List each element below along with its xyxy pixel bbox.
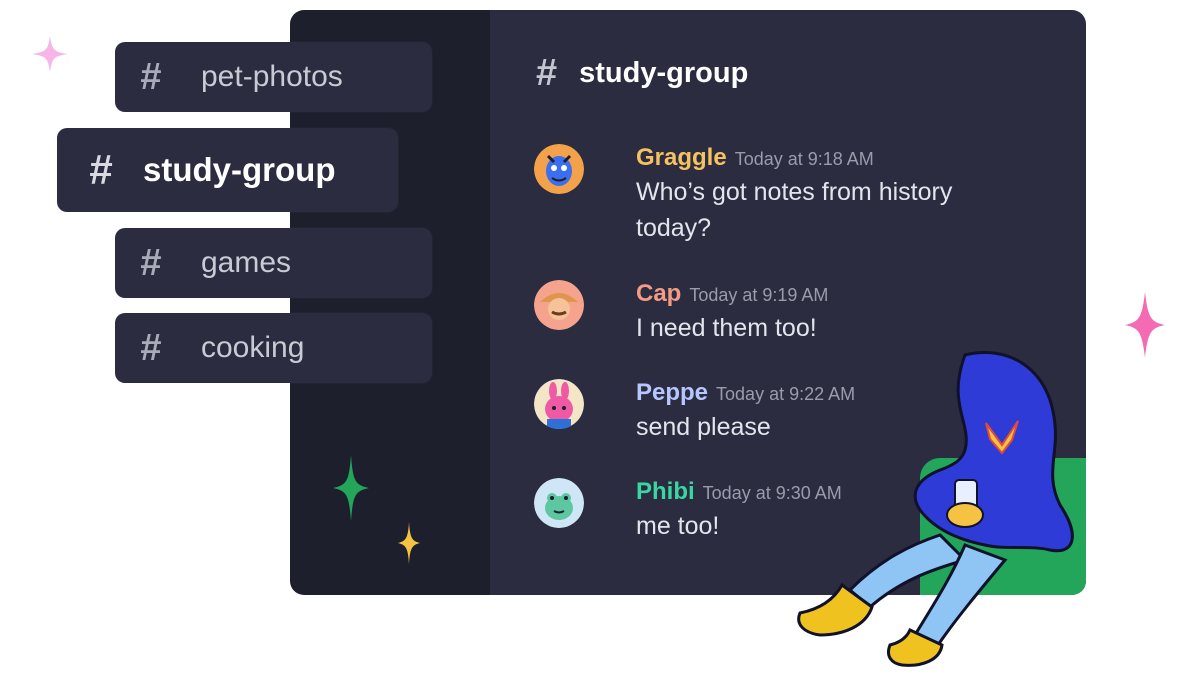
hash-icon: # [536, 52, 558, 94]
message-text: Who’s got notes from history today? [636, 178, 953, 242]
channel-name: cooking [201, 331, 305, 364]
avatar [534, 478, 584, 528]
sparkle-icon [398, 522, 420, 564]
message-author[interactable]: Graggle [636, 144, 727, 172]
avatar [534, 280, 584, 330]
message-author[interactable]: Cap [636, 280, 681, 308]
channel-item-games[interactable]: # games [115, 228, 432, 298]
channel-item-study-group[interactable]: # study-group [57, 128, 398, 212]
sparkle-icon [333, 455, 369, 521]
chat-channel-name: study-group [579, 57, 749, 89]
channel-item-pet-photos[interactable]: # pet-photos [115, 42, 432, 112]
avatar [534, 144, 584, 194]
message-author[interactable]: Phibi [636, 478, 695, 506]
hash-icon: # [140, 55, 162, 98]
hash-icon: # [140, 241, 162, 284]
message-author[interactable]: Peppe [636, 379, 708, 407]
hash-icon: # [140, 326, 162, 369]
character-illustration [797, 351, 1074, 667]
channel-item-cooking[interactable]: # cooking [115, 313, 432, 383]
message-text: I need them too! [636, 314, 817, 342]
sparkle-icon [1125, 292, 1165, 358]
message-time: Today at 9:19 AM [689, 285, 829, 305]
message-time: Today at 9:18 AM [734, 149, 874, 169]
hash-icon: # [89, 146, 113, 193]
channel-name: study-group [143, 151, 336, 188]
sparkle-icon [32, 36, 68, 72]
chat-header: # study-group [536, 52, 748, 95]
avatar [534, 379, 584, 429]
channel-name: pet-photos [201, 60, 343, 93]
channel-name: games [201, 246, 292, 279]
